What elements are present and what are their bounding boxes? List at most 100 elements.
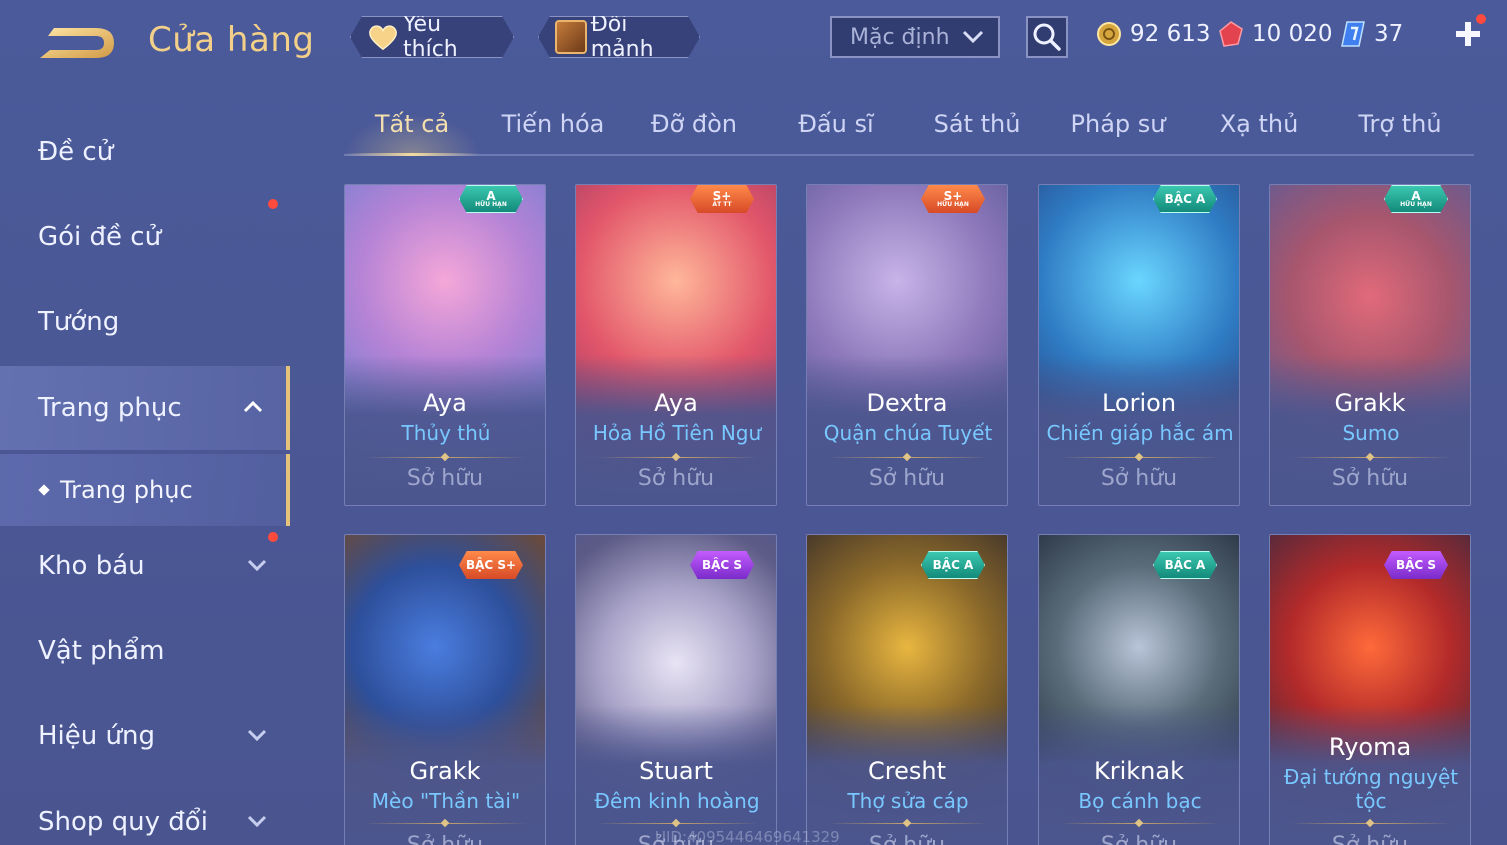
sidebar-item-label: Kho báu bbox=[38, 551, 145, 581]
hero-name: Aya bbox=[423, 389, 467, 417]
skin-card[interactable]: BẬC S Stuart Đêm kinh hoàng Sở hữu bbox=[575, 534, 777, 845]
sidebar-item-exchange-shop[interactable]: Shop quy đổi bbox=[0, 780, 290, 845]
skin-name: Bọ cánh bạc bbox=[1078, 789, 1202, 813]
voucher-amount: 37 bbox=[1374, 21, 1404, 47]
rarity-badge: S+ ẢT TT bbox=[690, 185, 754, 213]
chevron-down-icon bbox=[247, 559, 267, 572]
shard-chest-icon bbox=[555, 20, 587, 54]
sidebar-item-treasure[interactable]: Kho báu bbox=[0, 524, 290, 608]
rarity-badge: BẬC S bbox=[1384, 551, 1448, 579]
skin-name: Đại tướng nguyệt tộc bbox=[1283, 765, 1459, 813]
sidebar-item-label: Đề cử bbox=[38, 137, 114, 167]
voucher-icon bbox=[1341, 21, 1365, 47]
chevron-down-icon bbox=[247, 729, 267, 742]
gold-coin-icon bbox=[1097, 22, 1121, 46]
sidebar-item-recommended[interactable]: Đề cử bbox=[0, 110, 290, 194]
tab-marksman[interactable]: Xạ thủ bbox=[1191, 110, 1327, 154]
skin-card[interactable]: BẬC A Kriknak Bọ cánh bạc Sở hữu bbox=[1038, 534, 1240, 845]
notification-dot bbox=[1476, 14, 1486, 24]
sidebar-item-label: Hiệu ứng bbox=[38, 721, 155, 751]
chevron-down-icon bbox=[962, 30, 984, 44]
sort-value: Mặc định bbox=[850, 24, 950, 50]
owned-status: Sở hữu bbox=[637, 466, 715, 491]
sidebar-item-bundles[interactable]: Gói đề cử bbox=[0, 195, 290, 279]
rarity-badge: A HỮU HẠN bbox=[459, 185, 523, 213]
hero-name: Grakk bbox=[409, 757, 481, 785]
sidebar-item-label: Tướng bbox=[38, 307, 120, 337]
sidebar-item-label: Trang phục bbox=[38, 393, 182, 423]
hero-name: Stuart bbox=[639, 757, 713, 785]
owned-status: Sở hữu bbox=[868, 466, 946, 491]
rarity-badge: BẬC A bbox=[1153, 185, 1217, 213]
tab-support[interactable]: Trợ thủ bbox=[1332, 110, 1468, 154]
hero-name: Lorion bbox=[1101, 389, 1177, 417]
skin-card[interactable]: S+ HỮU HẠN Dextra Quận chúa Tuyết Sở hữu bbox=[806, 184, 1008, 506]
shard-exchange-label: Đổi mảnh bbox=[590, 12, 654, 62]
skin-name: Chiến giáp hắc ám bbox=[1046, 421, 1234, 445]
skin-card[interactable]: A HỮU HẠN Aya Thủy thủ Sở hữu bbox=[344, 184, 546, 506]
sidebar-subitem-skins[interactable]: Trang phục bbox=[0, 454, 290, 526]
hero-name: Ryoma bbox=[1328, 733, 1412, 761]
skin-grid: A HỮU HẠN Aya Thủy thủ Sở hữu S+ ẢT TT Aya… bbox=[344, 184, 1474, 845]
ruby-amount: 10 020 bbox=[1252, 21, 1333, 47]
favorites-button[interactable]: Yêu thích bbox=[350, 16, 514, 58]
sidebar-subitem-label: Trang phục bbox=[60, 476, 193, 504]
skin-card[interactable]: A HỮU HẠN Grakk Sumo Sở hữu bbox=[1269, 184, 1471, 506]
rarity-badge: BẬC S+ bbox=[459, 551, 523, 579]
skin-name: Quận chúa Tuyết bbox=[823, 421, 993, 445]
chevron-down-icon bbox=[247, 815, 267, 828]
skin-name: Hỏa Hồ Tiên Ngư bbox=[592, 421, 762, 445]
skin-card[interactable]: S+ ẢT TT Aya Hỏa Hồ Tiên Ngư Sở hữu bbox=[575, 184, 777, 506]
sidebar-item-heroes[interactable]: Tướng bbox=[0, 280, 290, 364]
sidebar-item-label: Gói đề cử bbox=[38, 222, 162, 252]
rarity-badge: BẬC A bbox=[1153, 551, 1217, 579]
skin-card[interactable]: BẬC S+ Grakk Mèo "Thần tài" Sở hữu bbox=[344, 534, 546, 845]
rarity-badge: BẬC A bbox=[921, 551, 985, 579]
category-tabs: Tất cả Tiến hóa Đỡ đòn Đấu sĩ Sát thủ Ph… bbox=[344, 100, 1474, 156]
notification-dot bbox=[268, 199, 278, 209]
skin-name: Thợ sửa cáp bbox=[847, 789, 969, 813]
tab-assassin[interactable]: Sát thủ bbox=[909, 110, 1045, 154]
top-bar: Cửa hàng Yêu thích Đổi mảnh Mặc định 92 … bbox=[0, 0, 1507, 80]
ruby-balance: 10 020 bbox=[1218, 18, 1332, 50]
skin-name: Đêm kinh hoàng bbox=[594, 789, 760, 813]
shard-exchange-button[interactable]: Đổi mảnh bbox=[538, 16, 700, 58]
skin-card[interactable]: BẬC A Cresht Thợ sửa cáp Sở hữu bbox=[806, 534, 1008, 845]
ruby-icon bbox=[1219, 21, 1243, 47]
owned-status: Sở hữu bbox=[1270, 833, 1470, 845]
back-button[interactable] bbox=[36, 22, 118, 64]
owned-status: Sở hữu bbox=[1100, 466, 1178, 491]
sidebar-item-effects[interactable]: Hiệu ứng bbox=[0, 694, 290, 778]
sidebar-item-label: Shop quy đổi bbox=[38, 807, 208, 837]
diamond-bullet-icon bbox=[38, 484, 50, 496]
rarity-badge: A HỮU HẠN bbox=[1384, 185, 1448, 213]
skin-card[interactable]: BẬC S Ryoma Đại tướng nguyệt tộc Sở hữu bbox=[1269, 534, 1471, 845]
sort-dropdown[interactable]: Mặc định bbox=[830, 16, 1000, 58]
back-arrow-icon bbox=[40, 28, 114, 58]
hero-name: Kriknak bbox=[1094, 757, 1184, 785]
skin-card[interactable]: BẬC A Lorion Chiến giáp hắc ám Sở hữu bbox=[1038, 184, 1240, 506]
sidebar: Đề cử Gói đề cử Tướng Trang phục Trang p… bbox=[0, 100, 292, 845]
tab-mage[interactable]: Pháp sư bbox=[1050, 110, 1186, 154]
favorites-label: Yêu thích bbox=[403, 12, 458, 62]
gold-balance: 92 613 bbox=[1096, 18, 1210, 50]
hero-name: Dextra bbox=[866, 389, 948, 417]
tab-fighter[interactable]: Đấu sĩ bbox=[768, 110, 904, 154]
hero-name: Grakk bbox=[1334, 389, 1406, 417]
skin-name: Thủy thủ bbox=[401, 421, 491, 445]
skin-name: Sumo bbox=[1342, 421, 1400, 445]
rarity-badge: S+ HỮU HẠN bbox=[921, 185, 985, 213]
tab-evolution[interactable]: Tiến hóa bbox=[485, 110, 621, 154]
hero-name: Aya bbox=[654, 389, 698, 417]
heart-icon bbox=[367, 22, 399, 52]
uid-watermark: UID:4095446469641329 bbox=[655, 828, 840, 845]
sidebar-item-skins[interactable]: Trang phục bbox=[0, 366, 290, 450]
tab-tank[interactable]: Đỡ đòn bbox=[626, 110, 762, 154]
sidebar-item-items[interactable]: Vật phẩm bbox=[0, 609, 290, 693]
owned-status: Sở hữu bbox=[1039, 833, 1239, 845]
page-title: Cửa hàng bbox=[148, 20, 315, 60]
active-tab-underline bbox=[344, 153, 480, 156]
hero-name: Cresht bbox=[868, 757, 946, 785]
search-button[interactable] bbox=[1026, 16, 1068, 58]
tab-all[interactable]: Tất cả bbox=[344, 110, 480, 154]
